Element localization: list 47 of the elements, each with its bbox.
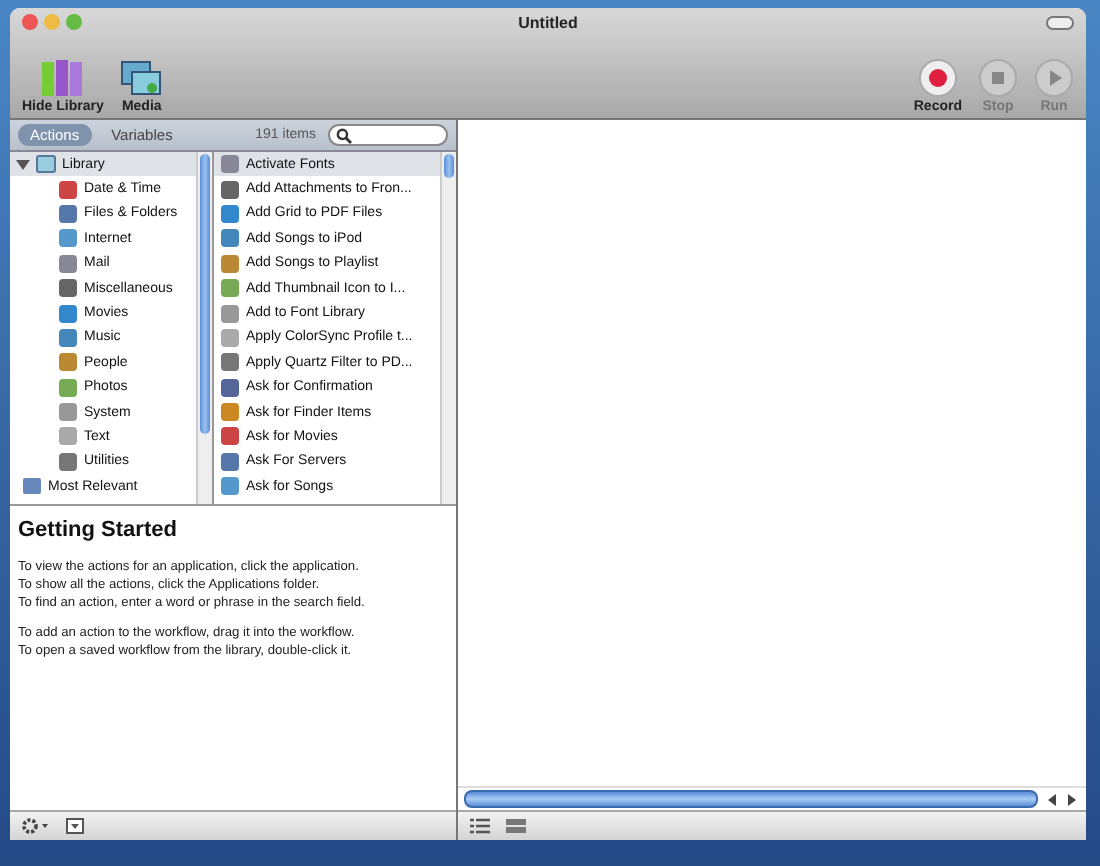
- folder-icon: [36, 154, 56, 175]
- window-title: Untitled: [516, 13, 580, 31]
- disclosure-triangle-icon[interactable]: [16, 157, 30, 172]
- category-icon: [58, 253, 78, 274]
- scrollbar[interactable]: [440, 152, 456, 504]
- close-icon[interactable]: [22, 14, 38, 30]
- action-icon: [220, 377, 240, 398]
- gear-menu-icon[interactable]: [22, 818, 50, 834]
- action-icon: [220, 228, 240, 249]
- smart-folder-icon: [22, 476, 42, 497]
- horizontal-scrollbar[interactable]: [464, 790, 1038, 808]
- category-icon: [58, 179, 78, 200]
- action-icon: [220, 253, 240, 274]
- category-icon: [58, 278, 78, 299]
- action-icon: [220, 278, 240, 299]
- action-icon: [220, 451, 240, 472]
- action-icon: [220, 303, 240, 324]
- search-icon: [336, 127, 352, 143]
- list-view-icon[interactable]: [470, 818, 490, 834]
- stop-icon: [978, 58, 1018, 98]
- search-field[interactable]: [328, 124, 448, 146]
- category-icon: [58, 203, 78, 224]
- description-toggle-icon[interactable]: [66, 818, 84, 834]
- category-icon: [58, 377, 78, 398]
- toolbar-toggle-icon[interactable]: [1046, 15, 1074, 29]
- action-icon: [220, 476, 240, 497]
- run-icon: [1034, 58, 1074, 98]
- scroll-arrows-icon[interactable]: [1044, 791, 1080, 807]
- scrollbar[interactable]: [196, 152, 212, 504]
- category-icon: [58, 327, 78, 348]
- record-icon: [917, 58, 958, 98]
- category-icon: [58, 228, 78, 249]
- action-icon: [220, 327, 240, 348]
- category-icon: [58, 402, 78, 423]
- description-title: Getting Started: [18, 518, 179, 542]
- category-icon: [58, 352, 78, 373]
- log-view-icon[interactable]: [506, 818, 526, 834]
- media-icon: [119, 58, 164, 98]
- category-icon: [58, 426, 78, 447]
- action-icon: [220, 402, 240, 423]
- action-icon: [220, 179, 240, 200]
- action-icon: [220, 203, 240, 224]
- books-icon: [40, 58, 85, 98]
- category-icon: [58, 303, 78, 324]
- category-icon: [58, 451, 78, 472]
- action-icon: [220, 352, 240, 373]
- action-icon: [220, 426, 240, 447]
